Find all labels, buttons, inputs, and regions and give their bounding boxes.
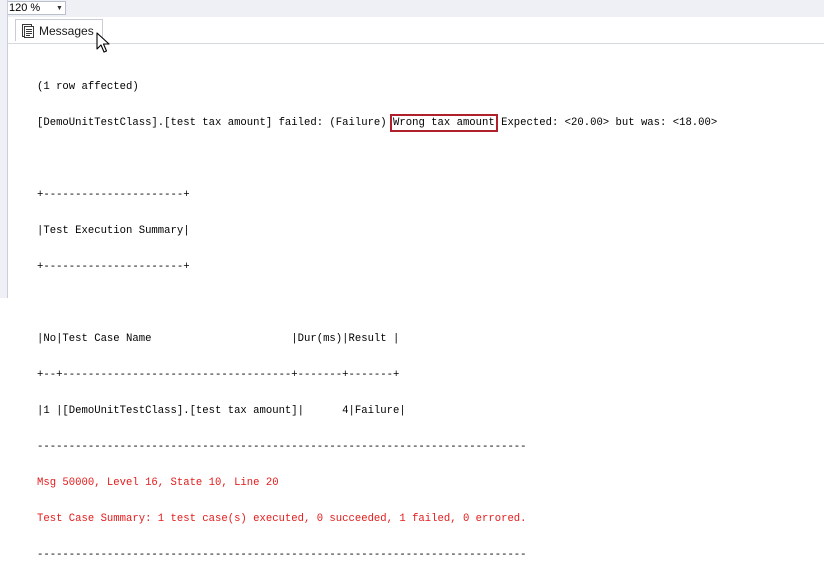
failure-prefix: [DemoUnitTestClass].[test tax amount] fa… [37,117,387,129]
tab-messages-label: Messages [39,23,94,38]
tab-messages[interactable]: Messages [15,19,103,41]
messages-output: (1 row affected) [DemoUnitTestClass].[te… [37,57,717,573]
summary-title: |Test Execution Summary| [37,225,190,237]
mouse-pointer-icon [96,32,110,53]
table-row: |1 |[DemoUnitTestClass].[test tax amount… [37,405,406,417]
failure-line: [DemoUnitTestClass].[test tax amount] fa… [37,114,718,132]
summary-border-top: +----------------------+ [37,189,190,201]
zoom-select[interactable]: 120 % ▼ [4,1,66,15]
rule-bottom: ----------------------------------------… [37,549,527,561]
failure-suffix: Expected: <20.00> but was: <18.00> [501,117,718,129]
results-tab-strip: Messages [8,17,824,44]
table-separator: +--+------------------------------------… [37,369,400,381]
error-message: Msg 50000, Level 16, State 10, Line 20 [37,477,279,489]
failure-highlight: Wrong tax amount [390,114,498,132]
table-header: |No|Test Case Name |Dur(ms)|Result | [37,333,400,345]
messages-icon [22,23,34,38]
test-case-summary: Test Case Summary: 1 test case(s) execut… [37,513,527,525]
zoom-toolbar: 120 % ▼ [0,0,824,17]
summary-border-bottom: +----------------------+ [37,261,190,273]
rule-top: ----------------------------------------… [37,441,527,453]
zoom-value: 120 % [9,2,41,14]
chevron-down-icon[interactable]: ▼ [54,2,65,14]
rows-affected-line: (1 row affected) [37,81,139,93]
left-margin-rail [0,0,8,298]
